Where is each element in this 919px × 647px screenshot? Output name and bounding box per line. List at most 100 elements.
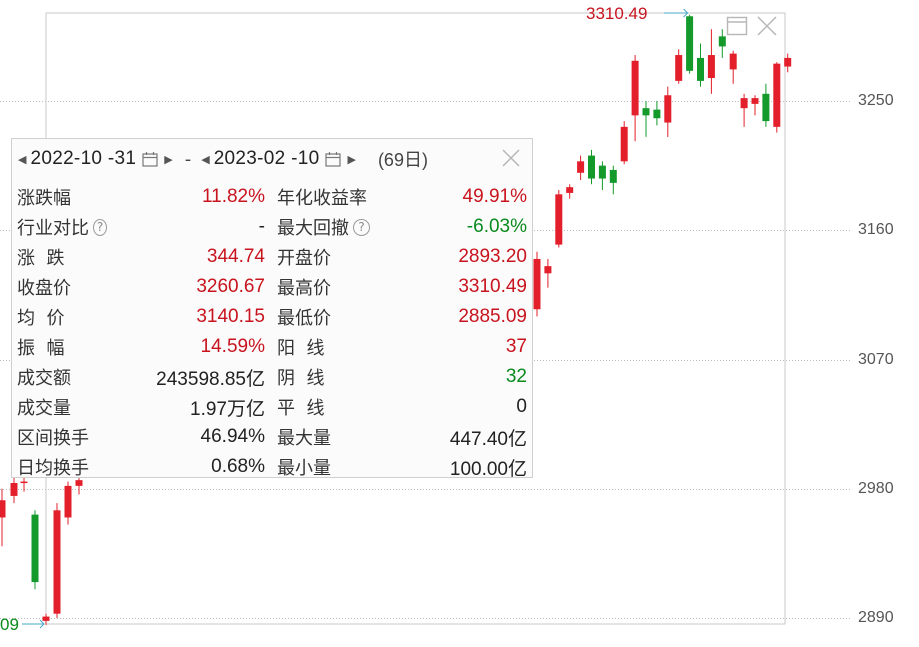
stat-value: 46.94% [200, 426, 265, 447]
stat-label-text: 日均换手 [17, 458, 89, 479]
stats-table: 涨跌幅 11.82% 年化收益率 49.91% 行业对比? - 最大回撤? -6.03% 涨 跌… [12, 182, 532, 482]
stat-row: 成交额 243598.85亿阴 线 32 [12, 362, 532, 392]
stat-label: 日均换手 [12, 454, 107, 480]
stat-label-text: 阳 线 [277, 338, 325, 359]
candle [544, 258, 552, 288]
stat-row: 区间换手 46.94% 最大量 447.40亿 [12, 422, 532, 452]
stat-row: 涨 跌 344.74 开盘价 2893.20 [12, 242, 532, 272]
candle-body [642, 108, 650, 116]
high-price-label: 3310.49 [586, 4, 648, 23]
stat-label: 最大量 [267, 424, 437, 450]
candle-body [533, 258, 541, 310]
y-tick-label: 3250 [858, 91, 894, 109]
candle-body [773, 63, 781, 127]
stat-value: 3260.67 [196, 276, 265, 297]
help-icon[interactable]: ? [93, 218, 107, 236]
candle-body [64, 485, 72, 518]
end-date-field[interactable]: 2023-02 -10 [212, 148, 322, 170]
date-range-bar: ◀ 2022-10 -31 ▶ - ◀ 2023-02 -10 ▶ (69日) [12, 139, 532, 179]
stat-label-text: 开盘价 [277, 248, 331, 269]
candle-body [784, 57, 792, 67]
close-chart-icon[interactable] [756, 15, 778, 37]
stat-value: 243598.85亿 [156, 368, 265, 390]
stat-label: 阴 线 [267, 364, 437, 390]
candle [740, 93, 748, 127]
stat-label: 最高价 [267, 274, 437, 300]
candle-body [555, 194, 563, 245]
stat-value: 11.82% [201, 186, 265, 207]
stat-label-text: 行业对比 [17, 218, 89, 239]
candle-body [609, 169, 617, 183]
start-prev-arrow-icon[interactable]: ◀ [18, 153, 26, 166]
stat-label: 收盘价 [12, 274, 107, 300]
stat-value: 14.59% [200, 336, 265, 357]
candle-body [729, 53, 737, 70]
y-tick-label: 3160 [858, 220, 894, 238]
candle [598, 161, 606, 191]
stat-label: 区间换手 [12, 424, 107, 450]
candle-body [31, 514, 39, 583]
candle [751, 95, 759, 116]
close-panel-icon[interactable] [500, 147, 522, 169]
candle [653, 101, 661, 126]
candle [53, 503, 61, 618]
start-date-field[interactable]: 2022-10 -31 [28, 148, 138, 170]
candle [555, 190, 563, 248]
candle-body [751, 98, 759, 104]
stat-value: 344.74 [206, 246, 265, 267]
stat-label-text: 成交量 [17, 398, 71, 419]
stat-label: 均 价 [12, 304, 107, 330]
stat-label-text: 最小量 [277, 458, 331, 479]
candle-body [697, 57, 704, 81]
stat-value: 2885.09 [458, 306, 527, 327]
stat-label: 最低价 [267, 304, 437, 330]
candle [577, 155, 585, 180]
stat-label-text: 区间换手 [17, 428, 89, 449]
help-icon[interactable]: ? [353, 218, 370, 236]
stat-label: 最大回撤? [267, 214, 437, 240]
candle-body [762, 93, 770, 122]
stat-label: 成交额 [12, 364, 107, 390]
end-next-arrow-icon[interactable]: ▶ [347, 153, 355, 166]
calendar-icon[interactable] [142, 151, 158, 167]
calendar-icon[interactable] [325, 151, 342, 167]
candle-body [544, 266, 552, 274]
candle [664, 86, 672, 137]
candle [588, 149, 595, 185]
candle [31, 510, 39, 590]
stat-label: 平 线 [267, 394, 437, 420]
candle-body [664, 95, 672, 123]
stat-value: 2893.20 [458, 246, 527, 267]
candle-body [740, 98, 748, 109]
start-next-arrow-icon[interactable]: ▶ [164, 153, 172, 166]
candle [609, 165, 617, 195]
stat-label: 振 幅 [12, 334, 107, 360]
candle-body [53, 510, 61, 614]
stat-value: 3140.15 [196, 306, 265, 327]
stat-row: 均 价 3140.15 最低价 2885.09 [12, 302, 532, 332]
stat-row: 行业对比? - 最大回撤? -6.03% [12, 212, 532, 242]
stat-value: 3310.49 [458, 276, 527, 297]
candle [0, 488, 6, 547]
candle-body [653, 109, 661, 119]
candle-body [10, 483, 18, 496]
stat-label: 行业对比? [12, 214, 107, 240]
stat-value: 447.40亿 [449, 428, 527, 450]
candle [773, 62, 781, 133]
stat-label-text: 涨跌幅 [17, 188, 71, 209]
stat-label-text: 最大回撤 [277, 218, 349, 239]
candle-body [42, 616, 50, 621]
range-separator: - [184, 148, 192, 170]
stat-label-text: 振 幅 [17, 338, 65, 359]
stat-value: 0.68% [211, 456, 265, 477]
window-icon[interactable] [726, 15, 748, 37]
stat-label-text: 涨 跌 [17, 248, 65, 269]
candle-body [718, 36, 726, 47]
candle [631, 55, 639, 142]
stat-row: 日均换手 0.68% 最小量 100.00亿 [12, 452, 532, 482]
stat-label-text: 成交额 [17, 368, 71, 389]
stat-label: 成交量 [12, 394, 107, 420]
candle [707, 29, 715, 94]
stat-label: 开盘价 [267, 244, 437, 270]
end-prev-arrow-icon[interactable]: ◀ [201, 153, 209, 166]
